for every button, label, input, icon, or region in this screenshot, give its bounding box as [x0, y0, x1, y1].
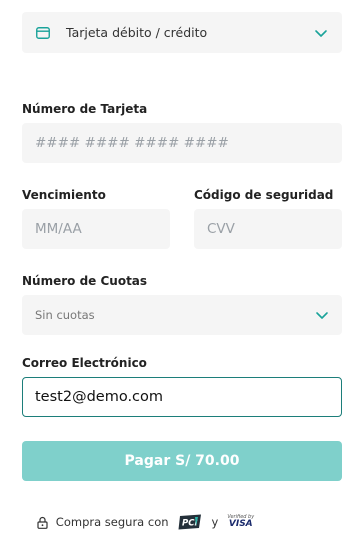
- conjunction-text: y: [211, 515, 219, 529]
- payment-method-select[interactable]: Tarjeta débito / crédito: [22, 12, 342, 53]
- email-input[interactable]: test2@demo.com: [22, 377, 342, 417]
- chevron-down-icon: [315, 29, 327, 37]
- svg-text:PCI: PCI: [182, 519, 198, 529]
- pci-logo: PCI: [178, 514, 201, 530]
- expiry-input[interactable]: MM/AA: [22, 209, 170, 249]
- payment-form: Tarjeta débito / crédito Número de Tarje…: [0, 0, 357, 547]
- credit-card-icon: [36, 26, 50, 39]
- chevron-down-icon: [316, 312, 328, 319]
- expiry-placeholder: MM/AA: [35, 221, 82, 237]
- card-number-placeholder: #### #### #### ####: [35, 135, 229, 151]
- expiry-label: Vencimiento: [22, 188, 106, 202]
- pay-button[interactable]: Pagar S/ 70.00: [22, 441, 342, 481]
- cvv-input[interactable]: CVV: [194, 209, 342, 249]
- installments-select[interactable]: Sin cuotas: [22, 295, 342, 335]
- payment-method-label: Tarjeta débito / crédito: [66, 25, 208, 40]
- cvv-label: Código de seguridad: [194, 188, 334, 202]
- secure-purchase-footer: Compra segura con PCI y Verified by VISA: [0, 512, 357, 532]
- installments-value: Sin cuotas: [35, 308, 95, 322]
- card-number-input[interactable]: #### #### #### ####: [22, 123, 342, 163]
- email-label: Correo Electrónico: [22, 356, 147, 370]
- secure-text: Compra segura con: [55, 515, 169, 529]
- cvv-placeholder: CVV: [207, 221, 235, 237]
- lock-icon: [37, 516, 48, 529]
- visa-text: VISA: [228, 519, 253, 529]
- installments-label: Número de Cuotas: [22, 274, 148, 288]
- email-value: test2@demo.com: [35, 389, 164, 405]
- verified-by-visa-logo: Verified by VISA: [227, 515, 254, 529]
- card-number-label: Número de Tarjeta: [22, 102, 148, 116]
